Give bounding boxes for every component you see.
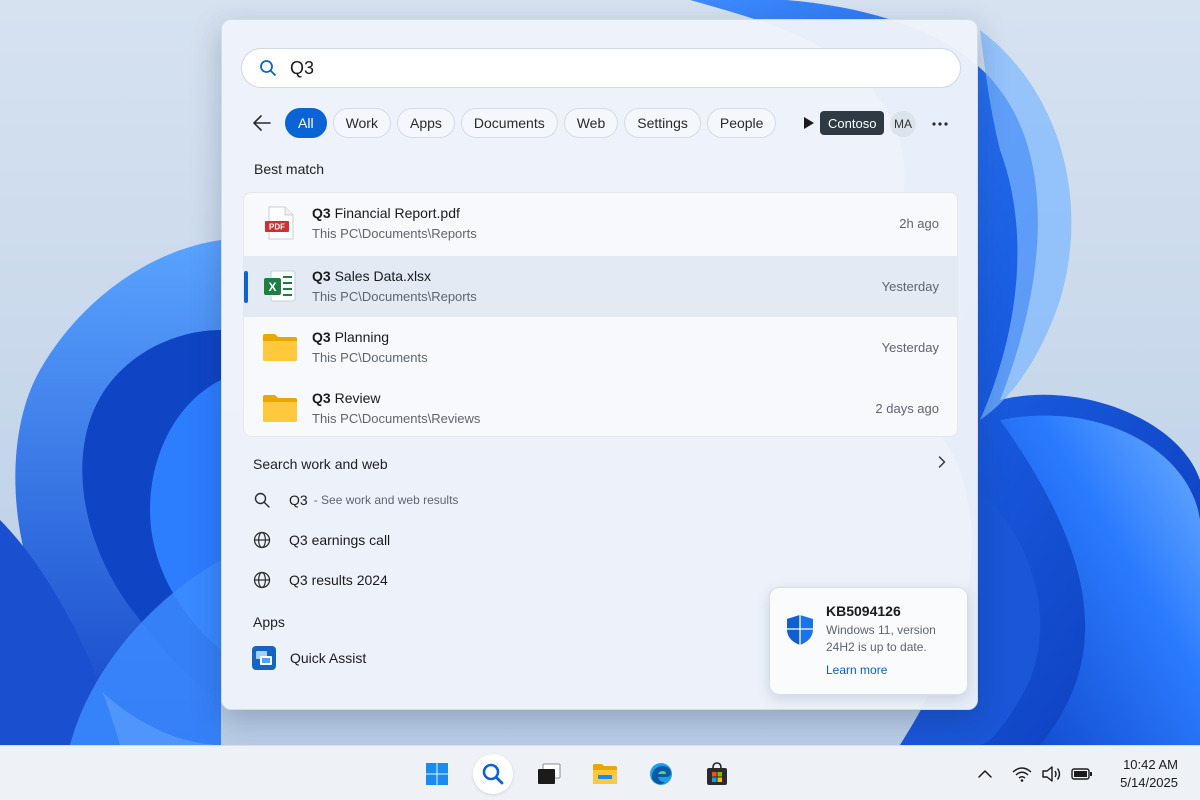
chevron-up-icon[interactable] [974,763,996,785]
result-name: Sales Data.xlsx [330,268,432,284]
svg-text:PDF: PDF [269,223,285,232]
globe-icon [252,570,272,590]
chevron-right-icon[interactable] [932,452,952,472]
svg-text:X: X [268,280,276,294]
volume-icon[interactable] [1041,763,1063,785]
wifi-icon[interactable] [1011,763,1033,785]
result-name-match: Q3 [312,268,331,284]
pdf-file-icon: PDF [262,205,298,241]
shield-icon [786,614,814,646]
best-match-list: PDF Q3 Financial Report.pdf This PC\Docu… [243,192,958,437]
more-horizontal-icon[interactable] [928,112,952,136]
folder-icon [262,390,298,426]
web-search-text: Q3 earnings call [289,532,391,548]
result-name-match: Q3 [312,205,331,221]
result-time: Yesterday [881,340,939,355]
filter-chip-all[interactable]: All [285,108,327,138]
notification-title: KB5094126 [826,603,901,619]
result-path: This PC\Documents [312,350,428,365]
web-search-text: Q3 [289,492,308,508]
edge-icon[interactable] [641,754,681,794]
result-path: This PC\Documents\Reports [312,289,477,304]
result-path: This PC\Documents\Reviews [312,411,481,426]
result-row[interactable]: Q3 Review This PC\Documents\Reviews 2 da… [244,378,957,436]
filter-chip-documents[interactable]: Documents [460,108,558,138]
web-search-item[interactable]: Q3 earnings call [252,528,390,552]
battery-icon[interactable] [1071,763,1093,785]
app-item-quick-assist[interactable]: Quick Assist [252,646,366,670]
result-row[interactable]: X Q3 Sales Data.xlsx This PC\Documents\R… [244,256,957,317]
search-icon [252,490,272,510]
result-name-match: Q3 [312,390,331,406]
filter-bar: All Work Apps Documents Web Settings Peo… [247,108,824,138]
quick-assist-icon [252,646,276,670]
result-row[interactable]: PDF Q3 Financial Report.pdf This PC\Docu… [244,193,957,254]
web-search-text: Q3 results 2024 [289,572,388,588]
store-icon[interactable] [697,754,737,794]
apps-heading: Apps [253,614,285,630]
notification-body: Windows 11, version 24H2 is up to date. [826,623,936,654]
system-clock[interactable]: 10:42 AM 5/14/2025 [1120,756,1178,792]
windows-start-icon[interactable] [417,754,457,794]
globe-icon [252,530,272,550]
search-icon[interactable] [473,754,513,794]
folder-icon [262,329,298,365]
result-row[interactable]: Q3 Planning This PC\Documents Yesterday [244,317,957,378]
filter-chip-people[interactable]: People [706,108,777,138]
result-name: Review [330,390,381,406]
task-view-icon[interactable] [529,754,569,794]
result-time: Yesterday [881,279,939,294]
result-path: This PC\Documents\Reports [312,226,477,241]
web-search-subtext: - See work and web results [313,493,459,507]
search-box[interactable] [241,48,961,88]
search-icon [258,58,278,78]
avatar[interactable]: MA [890,111,916,137]
app-item-label: Quick Assist [290,650,367,666]
filter-chip-settings[interactable]: Settings [624,108,701,138]
result-time: 2 days ago [875,401,939,416]
taskbar: 10:42 AM 5/14/2025 [0,745,1200,800]
org-badge[interactable]: Contoso [820,111,885,135]
update-notification[interactable]: KB5094126 Windows 11, version 24H2 is up… [769,587,968,695]
clock-date: 5/14/2025 [1120,775,1178,790]
clock-time: 10:42 AM [1123,757,1178,772]
search-input[interactable] [290,57,890,79]
best-match-heading: Best match [254,161,325,177]
excel-file-icon: X [262,268,298,304]
selection-indicator [244,271,248,303]
filter-chip-apps[interactable]: Apps [396,108,455,138]
arrow-left-icon[interactable] [247,108,277,138]
result-time: 2h ago [899,216,939,231]
filter-chip-work[interactable]: Work [332,108,391,138]
search-web-heading: Search work and web [253,456,388,472]
search-flyout: All Work Apps Documents Web Settings Peo… [221,19,978,710]
result-name-match: Q3 [312,329,331,345]
web-search-item[interactable]: Q3 results 2024 [252,568,388,592]
learn-more-link[interactable]: Learn more [826,663,887,677]
file-explorer-icon[interactable] [585,754,625,794]
result-name: Financial Report.pdf [330,205,460,221]
result-name: Planning [330,329,390,345]
web-search-item[interactable]: Q3 - See work and web results [252,488,458,512]
filter-chip-web[interactable]: Web [563,108,619,138]
